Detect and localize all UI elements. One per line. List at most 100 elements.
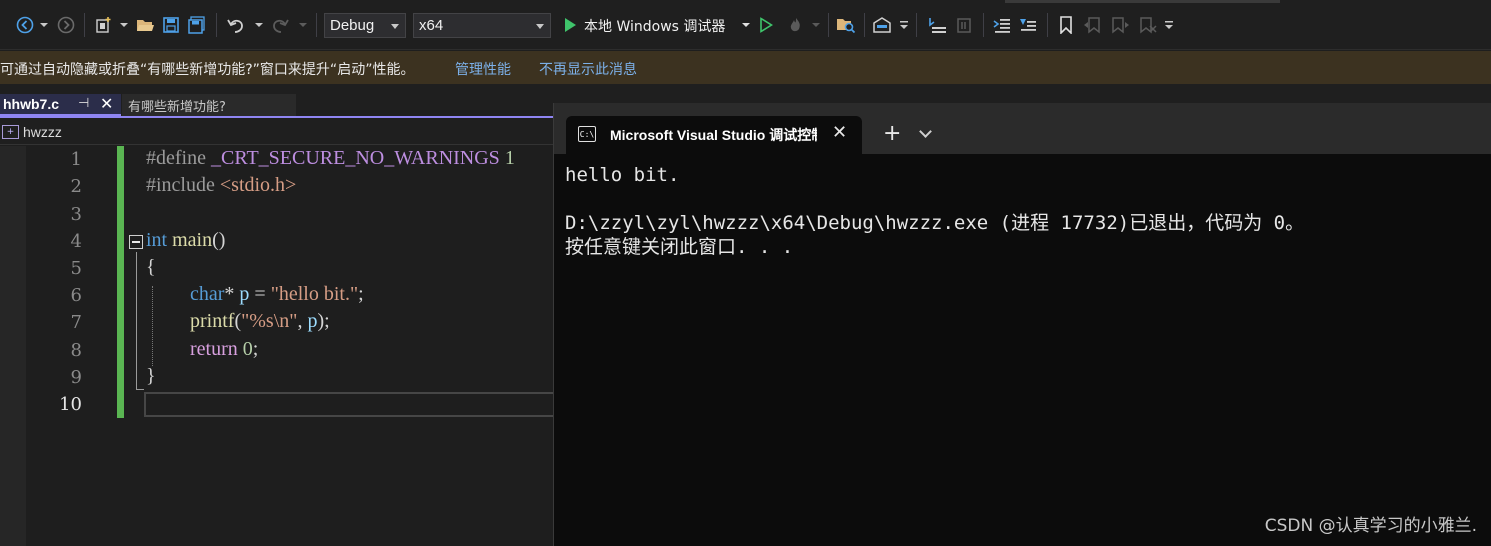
undo-icon[interactable] xyxy=(224,14,248,36)
change-tracking-bar xyxy=(117,146,124,418)
solution-explorer-icon[interactable] xyxy=(871,14,893,36)
toolbar-overflow-icon[interactable] xyxy=(1163,14,1175,36)
close-icon[interactable]: ✕ xyxy=(100,94,113,113)
watermark: CSDN @认真学习的小雅兰. xyxy=(1264,516,1477,536)
toolbar-separator xyxy=(1047,13,1048,37)
toolbar-separator xyxy=(316,13,317,37)
redo-icon[interactable] xyxy=(268,14,292,36)
project-navigation-bar[interactable]: + hwzzz xyxy=(0,119,560,145)
code-line-6[interactable]: char* p = "hello bit."; xyxy=(190,283,364,306)
code-line-2[interactable]: #include <stdio.h> xyxy=(146,174,296,197)
start-without-debug-icon[interactable] xyxy=(757,14,775,36)
close-icon[interactable]: ✕ xyxy=(832,122,847,143)
keyword: int xyxy=(146,229,168,251)
debugger-dropdown-icon[interactable] xyxy=(740,14,752,36)
code-line-9[interactable]: } xyxy=(146,365,156,388)
line-number: 7 xyxy=(70,312,82,333)
platform-select[interactable]: x64 xyxy=(413,13,551,38)
performance-info-bar: 可通过自动隐藏或折叠“有哪些新增功能?”窗口来提升“启动”性能。 管理性能 不再… xyxy=(0,51,1491,84)
chevron-down-icon[interactable] xyxy=(919,125,932,138)
explorer-dropdown-icon[interactable] xyxy=(898,14,910,36)
line-number: 8 xyxy=(70,340,82,361)
semicolon: ; xyxy=(252,338,259,360)
open-brace: { xyxy=(146,256,156,278)
code-line-8[interactable]: return 0; xyxy=(190,338,258,361)
preprocessor-directive: #include xyxy=(146,174,220,196)
punctuation: ); xyxy=(317,310,330,332)
code-line-4[interactable]: int main() xyxy=(146,229,225,252)
new-project-icon[interactable] xyxy=(92,14,116,36)
variable: p xyxy=(307,310,318,332)
pin-icon[interactable]: ⊣ xyxy=(78,96,89,111)
keyword: char xyxy=(190,283,225,305)
macro-value: 1 xyxy=(499,147,515,169)
toolbar-separator xyxy=(84,13,85,37)
line-number: 1 xyxy=(70,149,82,170)
redo-dropdown-icon[interactable] xyxy=(297,14,309,36)
back-dropdown-icon[interactable] xyxy=(38,14,50,36)
debug-console-window[interactable]: C:\ Microsoft Visual Studio 调试控制台 ✕ + he… xyxy=(553,103,1491,546)
clear-bookmarks-icon[interactable] xyxy=(1136,14,1158,36)
current-line-number: 10 xyxy=(59,394,82,415)
terminal-icon: C:\ xyxy=(578,126,596,142)
save-icon[interactable] xyxy=(160,14,182,36)
step-into-icon[interactable] xyxy=(953,14,975,36)
glyph-margin[interactable] xyxy=(0,146,26,546)
number-literal: 0 xyxy=(237,338,253,360)
start-debugging-button[interactable]: 本地 Windows 调试器 xyxy=(584,13,725,38)
line-number: 5 xyxy=(70,258,82,279)
toolbar-separator xyxy=(916,13,917,37)
tab-label: hhwb7.c xyxy=(3,96,60,112)
back-icon[interactable] xyxy=(14,14,36,36)
fold-guide-end xyxy=(136,389,144,390)
variable: p xyxy=(239,283,250,305)
indent-icon[interactable] xyxy=(991,14,1013,36)
code-line-5[interactable]: { xyxy=(146,256,156,279)
code-line-1[interactable]: #define _CRT_SECURE_NO_WARNINGS 1 xyxy=(146,147,515,170)
semicolon: ; xyxy=(358,283,364,305)
start-debugging-label: 本地 Windows 调试器 xyxy=(584,18,726,35)
console-output[interactable]: hello bit. D:\zzyl\zyl\hwzzz\x64\Debug\hw… xyxy=(565,163,1304,259)
comment-icon[interactable] xyxy=(1017,14,1039,36)
include-header: <stdio.h> xyxy=(219,174,297,196)
console-title: Microsoft Visual Studio 调试控制台 xyxy=(610,127,817,143)
string-literal: "hello bit." xyxy=(270,283,359,305)
collapse-icon[interactable] xyxy=(129,235,143,249)
console-title-bar[interactable]: C:\ Microsoft Visual Studio 调试控制台 ✕ + xyxy=(554,103,1491,154)
hot-reload-dropdown-icon[interactable] xyxy=(810,14,822,36)
code-editor[interactable]: 1 2 3 4 5 6 7 8 9 10 #define _CRT_SECURE… xyxy=(0,146,560,546)
new-tab-icon[interactable]: + xyxy=(883,121,901,146)
code-line-7[interactable]: printf("%s\n", p); xyxy=(190,310,330,333)
platform-value: x64 xyxy=(419,17,444,34)
active-tab-underline xyxy=(0,116,560,118)
solution-config-value: Debug xyxy=(330,17,375,34)
step-over-icon[interactable] xyxy=(925,14,949,36)
open-folder-icon[interactable] xyxy=(134,14,156,36)
bookmark-icon[interactable] xyxy=(1056,14,1076,36)
toolbar-separator xyxy=(216,13,217,37)
play-icon[interactable] xyxy=(561,14,579,36)
console-line: D:\zzyl\zyl\hwzzz\x64\Debug\hwzzz.exe (进… xyxy=(565,212,1305,234)
find-in-files-icon[interactable] xyxy=(835,14,857,36)
tab-hhwb7-c[interactable]: hhwb7.c ⊣ ✕ xyxy=(0,94,121,116)
undo-dropdown-icon[interactable] xyxy=(253,14,265,36)
console-tab[interactable]: C:\ Microsoft Visual Studio 调试控制台 ✕ xyxy=(566,116,862,154)
next-bookmark-icon[interactable] xyxy=(1109,14,1131,36)
prev-bookmark-icon[interactable] xyxy=(1082,14,1104,36)
forward-icon[interactable] xyxy=(55,14,77,36)
function-name: main xyxy=(167,229,213,251)
new-dropdown-icon[interactable] xyxy=(118,14,130,36)
manage-performance-link[interactable]: 管理性能 xyxy=(455,59,511,79)
indent-guide xyxy=(152,286,153,366)
dont-show-again-link[interactable]: 不再显示此消息 xyxy=(539,59,637,79)
toolbar-separator xyxy=(864,13,865,37)
hot-reload-icon[interactable] xyxy=(785,14,807,36)
search-box-edge[interactable] xyxy=(1005,0,1280,3)
save-all-icon[interactable] xyxy=(186,14,208,36)
tab-whats-new[interactable]: 有哪些新增功能? xyxy=(122,94,296,116)
function-name: printf xyxy=(190,310,235,332)
solution-config-select[interactable]: Debug xyxy=(324,13,406,38)
line-number: 2 xyxy=(70,176,82,197)
console-line: hello bit. xyxy=(565,164,680,186)
toolbar-separator xyxy=(983,13,984,37)
